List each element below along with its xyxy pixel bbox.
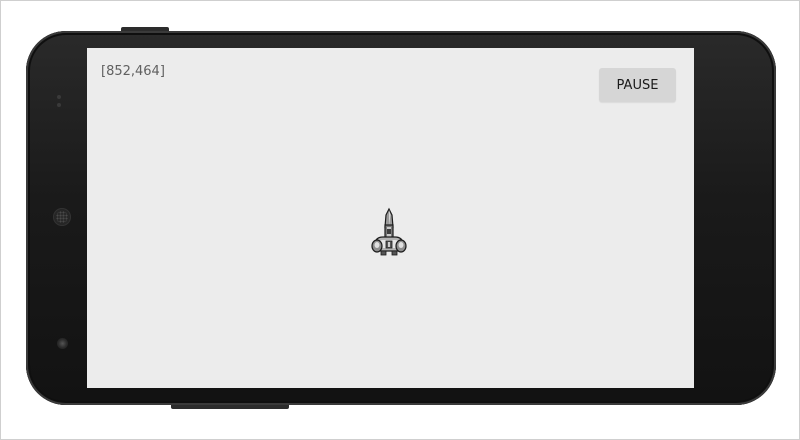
speaker-grille-holes <box>56 211 68 223</box>
spaceship-icon[interactable] <box>369 207 409 261</box>
proximity-sensor <box>57 95 61 99</box>
coordinates-readout: [852,464] <box>101 64 165 79</box>
camera-icon <box>57 338 68 349</box>
speaker-grille-icon <box>53 208 71 226</box>
light-sensor <box>57 103 61 107</box>
pause-button[interactable]: PAUSE <box>599 68 676 102</box>
game-screen[interactable]: [852,464] PAUSE <box>87 48 694 388</box>
